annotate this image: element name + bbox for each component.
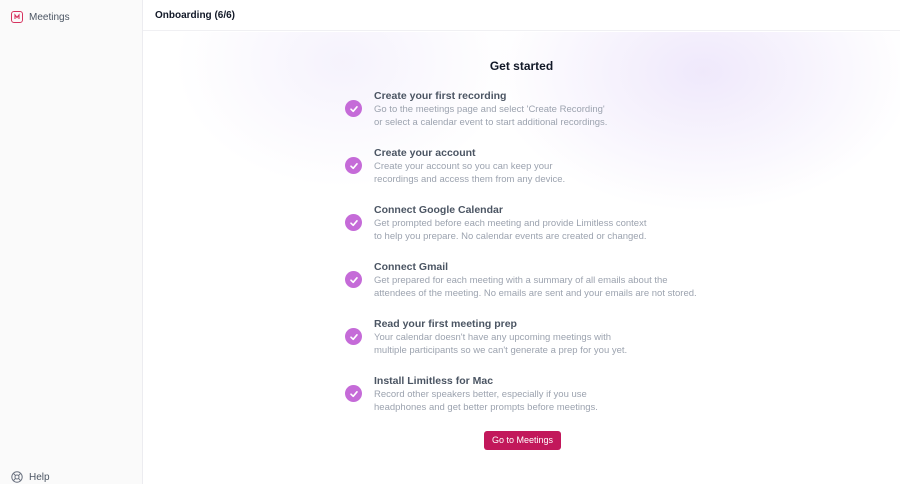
get-started-heading: Get started (489, 59, 554, 73)
step-title: Read your first meeting prep (374, 318, 517, 330)
page-title: Onboarding (6/6) (155, 10, 235, 21)
step-title: Install Limitless for Mac (374, 375, 494, 387)
step-description: Your calendar doesn't have any upcoming … (374, 332, 854, 357)
step-desc-line: attendees of the meeting. No emails are … (374, 287, 697, 299)
check-icon (345, 100, 362, 117)
meetings-icon (11, 11, 23, 23)
step-title: Create your first recording (374, 90, 507, 102)
step-desc-line: multiple participants so we can't genera… (374, 344, 628, 356)
step-description: Get prepared for each meeting with a sum… (374, 275, 854, 300)
check-icon (345, 328, 362, 345)
check-icon (345, 157, 362, 174)
help-label: Help (29, 471, 50, 483)
check-icon (345, 385, 362, 402)
step-desc-line: or select a calendar event to start addi… (374, 116, 608, 128)
step-title: Connect Gmail (374, 261, 449, 273)
step-desc-line: recordings and access them from any devi… (374, 173, 566, 185)
step-title: Connect Google Calendar (374, 204, 503, 216)
step-desc-line: Record other speakers better, especially… (374, 389, 587, 400)
step-desc-line: to help you prepare. No calendar events … (374, 230, 647, 242)
step-description: Record other speakers better, especially… (374, 389, 854, 414)
topbar: Onboarding (6/6) (143, 0, 900, 31)
sidebar-item-label: Meetings (29, 11, 70, 23)
step-description: Get prompted before each meeting and pro… (374, 218, 854, 243)
step-desc-line: Go to the meetings page and select 'Crea… (374, 104, 605, 115)
step-title: Create your account (374, 147, 476, 159)
step-description: Create your account so you can keep your… (374, 161, 854, 186)
help-icon (11, 471, 23, 483)
check-icon (345, 271, 362, 288)
help-link[interactable]: Help (11, 471, 50, 483)
step-description: Go to the meetings page and select 'Crea… (374, 104, 854, 129)
sidebar-item-meetings[interactable]: Meetings (11, 11, 70, 23)
step-desc-line: Your calendar doesn't have any upcoming … (374, 332, 611, 343)
step-desc-line: Get prepared for each meeting with a sum… (374, 275, 668, 286)
check-icon (345, 214, 362, 231)
onboarding-panel: Get started Create your first recording … (143, 32, 900, 484)
step-desc-line: headphones and get better prompts before… (374, 401, 598, 413)
sidebar: Meetings Help (0, 0, 143, 484)
go-to-meetings-button[interactable]: Go to Meetings (484, 431, 562, 450)
step-desc-line: Create your account so you can keep your (374, 161, 553, 172)
step-desc-line: Get prompted before each meeting and pro… (374, 218, 647, 229)
